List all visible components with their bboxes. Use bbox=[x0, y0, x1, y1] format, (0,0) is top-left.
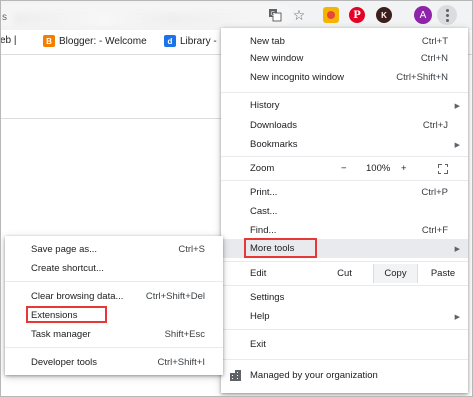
bookmark-item-partial[interactable]: eb | bbox=[0, 35, 17, 46]
menu-item-label: Bookmarks bbox=[250, 139, 298, 150]
shortcut-label: Ctrl+Shift+I bbox=[157, 357, 205, 368]
translate-icon[interactable]: G bbox=[266, 6, 284, 24]
zoom-out-button[interactable]: − bbox=[341, 163, 347, 174]
menu-item-label: Cast... bbox=[250, 206, 278, 217]
menu-item-clear-browsing-data[interactable]: Clear browsing data... Ctrl+Shift+Del bbox=[5, 287, 223, 306]
menu-item-save-page[interactable]: Save page as... Ctrl+S bbox=[5, 240, 223, 259]
bookmark-item-library[interactable]: d Library - bbox=[164, 35, 217, 47]
chrome-main-menu: New tab Ctrl+T New window Ctrl+N New inc… bbox=[221, 28, 468, 393]
menu-item-label: Settings bbox=[250, 292, 285, 303]
address-bar[interactable]: s bbox=[0, 4, 293, 26]
bookmark-label: Blogger: - Welcome bbox=[59, 35, 147, 47]
menu-item-help[interactable]: Help ▶ bbox=[221, 307, 468, 326]
shortcut-label: Ctrl+P bbox=[421, 187, 448, 198]
menu-separator bbox=[5, 281, 223, 282]
menu-item-label: Extensions bbox=[31, 310, 78, 321]
menu-separator bbox=[221, 180, 468, 181]
menu-item-more-tools[interactable]: More tools ▶ bbox=[221, 239, 468, 258]
bookmark-item-blogger[interactable]: B Blogger: - Welcome bbox=[43, 35, 147, 47]
menu-item-new-window[interactable]: New window Ctrl+N bbox=[221, 49, 468, 68]
menu-item-label: History bbox=[250, 100, 280, 111]
menu-item-label: Edit bbox=[250, 268, 267, 279]
menu-item-label: Exit bbox=[250, 339, 266, 350]
paste-button[interactable]: Paste bbox=[417, 264, 468, 283]
shortcut-label: Ctrl+F bbox=[421, 225, 448, 236]
menu-item-print[interactable]: Print... Ctrl+P bbox=[221, 183, 468, 202]
zoom-in-button[interactable]: + bbox=[401, 163, 407, 174]
pinterest-extension-icon[interactable]: P bbox=[349, 7, 365, 23]
menu-item-label: Print... bbox=[250, 187, 278, 198]
menu-item-label: Save page as... bbox=[31, 244, 98, 255]
menu-item-cast[interactable]: Cast... bbox=[221, 202, 468, 221]
extension-icon[interactable] bbox=[323, 7, 339, 23]
menu-separator bbox=[221, 156, 468, 157]
menu-item-label: Downloads bbox=[250, 120, 297, 131]
menu-item-label: Developer tools bbox=[31, 357, 98, 368]
copy-button[interactable]: Copy bbox=[373, 264, 417, 283]
library-d-icon: d bbox=[164, 35, 176, 47]
shortcut-label: Ctrl+S bbox=[178, 244, 205, 255]
menu-item-find[interactable]: Find... Ctrl+F bbox=[221, 221, 468, 240]
fullscreen-icon[interactable] bbox=[438, 164, 448, 174]
menu-item-label: New window bbox=[250, 53, 304, 64]
menu-separator bbox=[221, 261, 468, 262]
menu-item-managed[interactable]: Managed by your organization bbox=[221, 366, 468, 385]
menu-separator bbox=[221, 359, 468, 360]
menu-item-label: Task manager bbox=[31, 329, 91, 340]
submenu-arrow-icon: ▶ bbox=[454, 313, 460, 321]
menu-item-new-incognito[interactable]: New incognito window Ctrl+Shift+N bbox=[221, 68, 468, 87]
menu-item-settings[interactable]: Settings bbox=[221, 288, 468, 307]
building-icon bbox=[230, 370, 241, 381]
cut-button[interactable]: Cut bbox=[316, 264, 373, 283]
menu-item-extensions[interactable]: Extensions bbox=[5, 306, 223, 325]
shortcut-label: Ctrl+N bbox=[420, 53, 448, 64]
k-extension-icon[interactable]: K bbox=[376, 7, 392, 23]
shortcut-label: Ctrl+Shift+N bbox=[396, 72, 448, 83]
svg-text:G: G bbox=[271, 11, 276, 18]
submenu-arrow-icon: ▶ bbox=[454, 102, 460, 110]
menu-item-downloads[interactable]: Downloads Ctrl+J bbox=[221, 116, 468, 135]
menu-item-label: Find... bbox=[250, 225, 277, 236]
page-divider bbox=[0, 118, 225, 119]
menu-item-history[interactable]: History ▶ bbox=[221, 96, 468, 115]
menu-separator bbox=[221, 92, 468, 93]
shortcut-label: Ctrl+Shift+Del bbox=[145, 291, 205, 302]
zoom-level: 100% bbox=[366, 163, 391, 174]
shortcut-label: Ctrl+J bbox=[422, 120, 448, 131]
bookmark-label: eb | bbox=[0, 35, 17, 46]
more-tools-submenu: Save page as... Ctrl+S Create shortcut..… bbox=[5, 236, 223, 375]
browser-toolbar: s G ☆ P K A bbox=[0, 0, 473, 30]
menu-item-edit: Edit Cut Copy Paste bbox=[221, 264, 468, 283]
menu-item-task-manager[interactable]: Task manager Shift+Esc bbox=[5, 325, 223, 344]
menu-item-label: More tools bbox=[250, 243, 295, 254]
menu-item-label: New tab bbox=[250, 36, 285, 47]
submenu-arrow-icon: ▶ bbox=[454, 245, 460, 253]
shortcut-label: Ctrl+T bbox=[421, 36, 448, 47]
menu-item-exit[interactable]: Exit bbox=[221, 335, 468, 354]
menu-item-developer-tools[interactable]: Developer tools Ctrl+Shift+I bbox=[5, 353, 223, 372]
submenu-arrow-icon: ▶ bbox=[454, 141, 460, 149]
menu-separator bbox=[221, 329, 468, 330]
blurred-url bbox=[14, 13, 240, 25]
menu-separator bbox=[221, 285, 468, 286]
menu-item-label: Help bbox=[250, 311, 270, 322]
bookmark-label: Library - bbox=[180, 35, 217, 47]
menu-item-label: New incognito window bbox=[250, 72, 344, 83]
menu-item-bookmarks[interactable]: Bookmarks ▶ bbox=[221, 135, 468, 154]
bookmark-star-icon[interactable]: ☆ bbox=[290, 6, 308, 24]
menu-item-label: Create shortcut... bbox=[31, 263, 104, 274]
menu-item-label: Clear browsing data... bbox=[31, 291, 124, 302]
chrome-menu-button[interactable] bbox=[437, 5, 457, 25]
omnibox-prefix: s bbox=[2, 12, 7, 23]
menu-separator bbox=[5, 347, 223, 348]
menu-item-label: Zoom bbox=[250, 163, 275, 174]
menu-item-label: Managed by your organization bbox=[250, 370, 378, 381]
blogger-icon: B bbox=[43, 35, 55, 47]
profile-avatar[interactable]: A bbox=[414, 6, 432, 24]
menu-item-zoom: Zoom − 100% + bbox=[221, 159, 468, 178]
menu-item-create-shortcut[interactable]: Create shortcut... bbox=[5, 259, 223, 278]
shortcut-label: Shift+Esc bbox=[164, 329, 205, 340]
